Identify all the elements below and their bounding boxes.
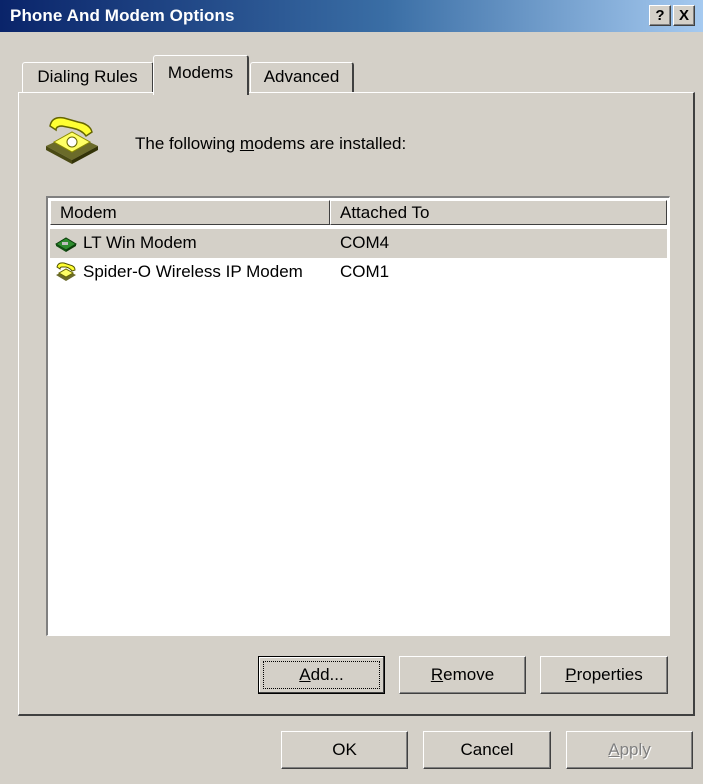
remove-accelerator: R: [430, 665, 444, 684]
help-button[interactable]: ?: [649, 5, 671, 26]
intro-accelerator: m: [239, 134, 255, 153]
cancel-button[interactable]: Cancel: [423, 731, 551, 769]
phone-modem-icon: [54, 261, 78, 283]
remove-button[interactable]: Remove: [399, 656, 526, 694]
tab-dialing-rules[interactable]: Dialing Rules: [22, 62, 154, 92]
tab-modems[interactable]: Modems: [153, 55, 249, 95]
modem-name: LT Win Modem: [83, 233, 197, 252]
focus-rectangle: [263, 661, 380, 689]
list-item[interactable]: Spider-O Wireless IP Modem COM1: [50, 258, 667, 287]
add-button[interactable]: Add...: [258, 656, 385, 694]
title-bar[interactable]: Phone And Modem Options ? X: [0, 0, 703, 32]
column-header-attached-to[interactable]: Attached To: [330, 200, 667, 225]
properties-label: roperties: [576, 665, 643, 684]
modem-name: Spider-O Wireless IP Modem: [83, 262, 303, 281]
tab-advanced[interactable]: Advanced: [250, 62, 354, 92]
window-title: Phone And Modem Options: [10, 6, 235, 25]
list-item[interactable]: LT Win Modem COM4: [50, 229, 667, 258]
ok-button[interactable]: OK: [281, 731, 408, 769]
list-header: Modem Attached To: [50, 200, 667, 225]
modem-port: COM4: [340, 233, 390, 252]
close-button[interactable]: X: [673, 5, 695, 26]
column-header-modem[interactable]: Modem: [50, 200, 330, 225]
properties-button[interactable]: Properties: [540, 656, 668, 694]
modem-list[interactable]: Modem Attached To LT Win Modem COM4 Spid…: [46, 196, 670, 636]
remove-label: emove: [443, 665, 495, 684]
intro-prefix: The following: [135, 134, 240, 153]
installed-modems-label: The following modems are installed:: [135, 134, 406, 154]
telephone-icon: [42, 112, 102, 164]
modem-port: COM1: [340, 262, 390, 281]
intro-suffix: odems are installed:: [254, 134, 407, 153]
apply-label: pply: [619, 740, 651, 759]
apply-accelerator: A: [608, 740, 620, 759]
apply-button[interactable]: Apply: [566, 731, 693, 769]
properties-accelerator: P: [565, 665, 577, 684]
modem-card-icon: [54, 232, 78, 254]
